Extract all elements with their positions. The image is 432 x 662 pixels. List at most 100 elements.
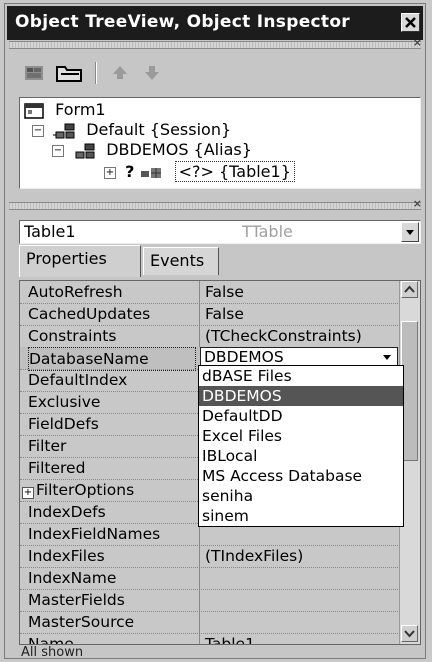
dropdown-option[interactable]: DefaultDD [199,406,403,426]
tree-item-label: Form1 [55,100,106,119]
property-name: MasterFields [28,591,125,609]
property-row[interactable]: CachedUpdates False [20,303,400,326]
column-divider[interactable] [199,633,200,644]
delete-button[interactable] [23,62,47,84]
folder-icon [56,66,82,82]
tab-label: Properties [26,249,107,268]
column-divider[interactable] [199,567,200,589]
property-name: MasterSource [28,613,135,631]
form-icon [24,102,44,119]
property-value[interactable]: False [205,281,244,303]
object-selector[interactable]: Table1 TTable [19,220,421,244]
session-icon [53,123,75,138]
alias-icon [75,143,95,158]
property-row[interactable]: IndexFiles (TIndexFiles) [20,545,400,568]
property-name: Constraints [28,327,117,345]
property-name: DatabaseName [28,347,196,371]
move-up-button[interactable] [109,62,131,84]
object-selector-dropdown-button[interactable] [401,222,419,242]
database-name-combo[interactable]: DBDEMOS [200,347,398,367]
property-name: IndexName [28,569,117,587]
dropdown-option[interactable]: MS Access Database [199,466,403,486]
dropdown-option[interactable]: seniha [199,486,403,506]
property-name: AutoRefresh [28,283,123,301]
column-divider[interactable] [199,589,200,611]
property-name-text: FilterOptions [36,481,135,499]
property-row[interactable]: Name Table1 [20,633,400,645]
property-name: Filter [28,437,67,455]
property-row[interactable]: AutoRefresh False [20,281,400,304]
property-value[interactable]: False [205,303,244,325]
property-name: + FilterOptions [22,479,188,501]
property-name: IndexFiles [28,547,105,565]
property-name: FieldDefs [28,415,99,433]
tab-properties[interactable]: Properties [19,245,141,277]
tree-item-session[interactable]: − Default {Session} [32,120,231,140]
chevron-up-icon [404,285,415,293]
column-divider[interactable] [199,303,200,325]
object-inspector-window: Object TreeView, Object Inspector × Form… [4,3,426,660]
property-row[interactable]: MasterSource [20,611,400,634]
expand-icon[interactable]: + [104,166,116,179]
grip-close-icon[interactable]: × [413,197,422,210]
arrow-down-icon [145,66,159,80]
database-name-dropdown-list[interactable]: dBASE Files DBDEMOS DefaultDD Excel File… [198,365,404,527]
property-name: Exclusive [28,393,101,411]
scroll-up-button[interactable] [401,281,418,298]
new-folder-button[interactable] [55,62,85,84]
property-name: IndexFieldNames [28,525,161,543]
title-bar[interactable]: Object TreeView, Object Inspector [7,6,423,40]
delete-icon [25,66,43,80]
close-icon [405,17,416,28]
collapse-icon[interactable]: − [32,124,44,137]
object-tree[interactable]: Form1 − Default {Session} − DBDEMOS {Ali… [19,97,421,189]
property-name: IndexDefs [28,503,106,521]
unknown-icon: ? [125,162,135,181]
scroll-down-button[interactable] [401,625,418,642]
object-name: Table1 [24,222,76,241]
grip-close-icon[interactable]: × [413,36,422,49]
tree-item-label: Default {Session} [86,120,232,139]
property-value[interactable]: (TCheckConstraints) [205,325,362,347]
property-row[interactable]: Constraints (TCheckConstraints) [20,325,400,348]
dropdown-option[interactable]: dBASE Files [199,366,403,386]
toolbar-separator [95,62,97,84]
dropdown-option[interactable]: IBLocal [199,446,403,466]
inspector-tabs: Properties Events [19,245,421,277]
property-value[interactable]: DBDEMOS [204,348,284,366]
dropdown-option-selected[interactable]: DBDEMOS [199,386,403,406]
status-bar: All shown [19,646,421,660]
property-name: DefaultIndex [28,371,128,389]
tree-item-label: DBDEMOS {Alias} [106,140,252,159]
column-divider[interactable] [199,325,200,347]
property-value[interactable]: (TIndexFiles) [205,545,303,567]
tree-item-table1[interactable]: + ? <?> {Table1} [104,161,295,182]
splitter-grip[interactable]: × [9,197,422,210]
property-row[interactable]: IndexName [20,567,400,590]
column-divider[interactable] [199,281,200,303]
column-divider[interactable] [199,611,200,633]
status-text: All shown [21,646,84,660]
tab-events[interactable]: Events [143,247,219,275]
property-name: Name [28,635,74,645]
dropdown-option[interactable]: Excel Files [199,426,403,446]
move-down-button[interactable] [141,62,163,84]
close-button[interactable] [401,13,420,32]
collapse-icon[interactable]: − [52,144,64,157]
chevron-down-icon[interactable] [380,349,396,365]
window-title: Object TreeView, Object Inspector [15,12,350,32]
chevron-down-icon [404,630,415,638]
property-value[interactable]: Table1 [205,633,255,644]
column-divider[interactable] [199,545,200,567]
tree-item-label: <?> {Table1} [174,161,295,182]
expand-icon[interactable]: + [22,487,34,499]
treeview-toolbar [9,50,421,94]
dropdown-option[interactable]: sinem [199,506,403,526]
tab-label: Events [150,251,205,270]
property-row[interactable]: MasterFields [20,589,400,612]
tree-item-alias[interactable]: − DBDEMOS {Alias} [52,140,252,160]
object-type: TTable [242,222,293,241]
tree-item-form1[interactable]: Form1 [24,100,106,120]
toolbar-grip[interactable]: × [9,36,422,49]
property-name: Filtered [28,459,86,477]
